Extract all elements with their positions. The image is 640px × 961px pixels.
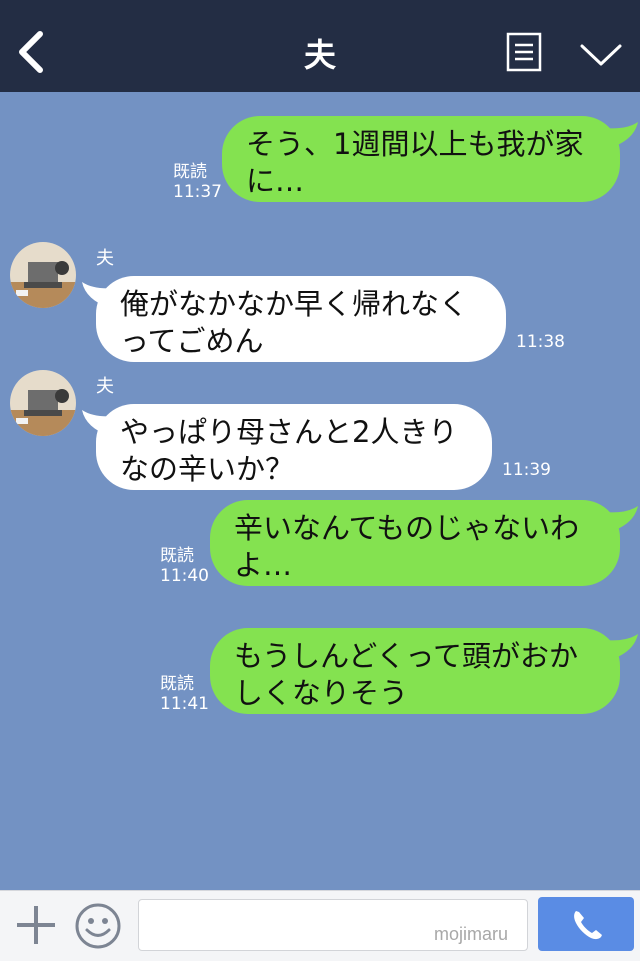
read-label: 既読 (160, 546, 194, 566)
message-bubble[interactable]: やっぱり母さんと2人きり なの辛いか？ (96, 404, 492, 490)
message-time: 11:39 (502, 460, 551, 480)
read-label: 既読 (173, 162, 207, 182)
read-receipt: 既読 11:40 (160, 546, 209, 586)
message-bubble[interactable]: そう、1週間以上も我が家 に… (222, 116, 620, 202)
chevron-down-icon[interactable] (578, 40, 624, 70)
sender-name: 夫 (96, 248, 114, 269)
avatar[interactable] (10, 242, 76, 308)
message-bubble[interactable]: 辛いなんてものじゃないわ よ… (210, 500, 620, 586)
avatar[interactable] (10, 370, 76, 436)
emoji-icon[interactable] (74, 902, 122, 950)
menu-icon[interactable] (506, 32, 542, 72)
chat-header: 夫 (0, 0, 640, 92)
message-bubble[interactable]: もうしんどくって頭がおか しくなりそう (210, 628, 620, 714)
message-bubble[interactable]: 俺がなかなか早く帰れなく ってごめん (96, 276, 506, 362)
read-receipt: 既読 11:37 (173, 162, 222, 202)
back-icon[interactable] (14, 30, 50, 74)
read-receipt: 既読 11:41 (160, 674, 209, 714)
call-button[interactable] (538, 897, 634, 951)
sender-name: 夫 (96, 376, 114, 397)
message-input-bar (0, 890, 640, 961)
message-time: 11:37 (173, 182, 222, 202)
phone-icon (574, 911, 602, 940)
plus-icon[interactable] (14, 903, 58, 947)
message-time: 11:40 (160, 566, 209, 586)
message-time: 11:38 (516, 332, 565, 352)
chat-title: 夫 (303, 36, 336, 74)
watermark: mojimaru (434, 924, 509, 944)
read-label: 既読 (160, 674, 194, 694)
message-time: 11:41 (160, 694, 209, 714)
